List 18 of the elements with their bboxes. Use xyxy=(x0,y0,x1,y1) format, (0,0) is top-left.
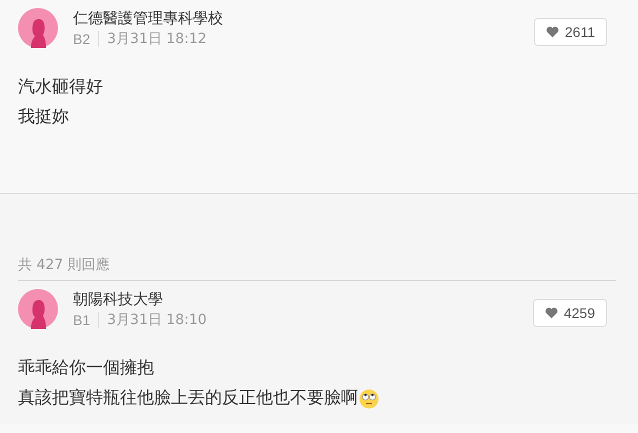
eye-roll-emoji-icon xyxy=(359,389,379,409)
author-name: 朝陽科技大學 xyxy=(73,289,164,309)
like-button[interactable]: 4259 xyxy=(532,299,607,327)
avatar-icon xyxy=(18,8,58,48)
author-name: 仁德醫護管理專科學校 xyxy=(73,8,224,28)
floor-number: B2 xyxy=(73,30,90,49)
floor-number: B1 xyxy=(73,311,90,330)
comment-text: 我挺妳 xyxy=(18,106,69,130)
avatar-icon xyxy=(18,289,58,329)
comment-text: 乖乖給你一個擁抱 xyxy=(18,357,154,380)
post-time: 3月31日 18:12 xyxy=(107,30,207,49)
like-button[interactable]: 2611 xyxy=(534,18,607,46)
reply-count: 共 427 則回應 xyxy=(18,257,110,273)
post-time: 3月31日 18:10 xyxy=(107,311,207,330)
heart-icon xyxy=(546,26,559,38)
heart-icon xyxy=(544,307,558,319)
comment-text: 真該把寶特瓶往他臉上丟的反正他也不要臉啊 xyxy=(18,387,358,410)
comment-text: 汽水砸得好 xyxy=(18,76,103,100)
